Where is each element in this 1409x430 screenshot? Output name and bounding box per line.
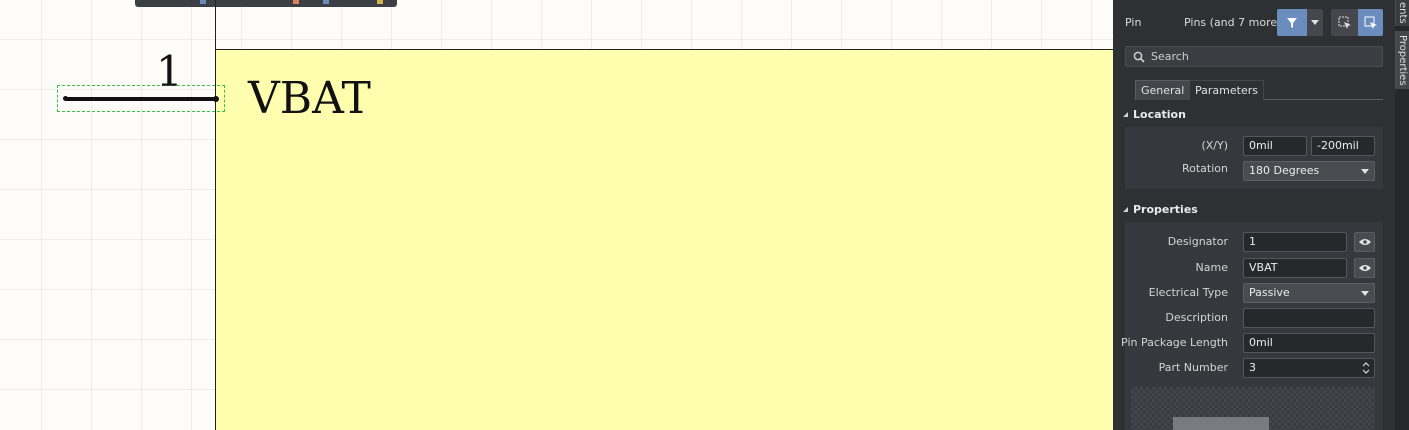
select-mode-button[interactable]: [1331, 9, 1358, 36]
designator-field[interactable]: 1: [1243, 232, 1347, 252]
search-input[interactable]: [1151, 50, 1371, 63]
side-panel-strip: ents Properties: [1395, 0, 1409, 430]
rotation-select[interactable]: 180 Degrees: [1243, 161, 1375, 181]
part-frame-outline: [215, 0, 1113, 50]
panel-header: Pin Pins (and 7 more): [1113, 0, 1395, 46]
x-field[interactable]: 0mil: [1243, 136, 1307, 156]
properties-section-title: Properties: [1133, 203, 1198, 216]
pin-package-length-label: Pin Package Length: [1121, 336, 1228, 349]
location-section-header[interactable]: Location: [1123, 107, 1186, 123]
part-preview: [1131, 387, 1375, 430]
part-number-label: Part Number: [1158, 361, 1228, 374]
part-number-field[interactable]: 3: [1243, 358, 1375, 378]
toolbar-tool-icon[interactable]: [200, 0, 206, 4]
side-tab-components[interactable]: ents: [1395, 0, 1409, 26]
cursor-select-icon: [1364, 16, 1377, 29]
select-objects-icon: [1338, 16, 1351, 29]
preview-part-shape: [1173, 417, 1269, 430]
stepper-arrows-icon[interactable]: [1362, 361, 1370, 375]
xy-label: (X/Y): [1201, 139, 1228, 152]
electrical-type-value: Passive: [1249, 286, 1290, 299]
eye-icon: [1358, 265, 1371, 271]
eye-icon: [1358, 239, 1371, 245]
part-number-value: 3: [1249, 361, 1256, 374]
panel-tabs: General Parameters: [1135, 80, 1383, 100]
select-inside-button[interactable]: [1358, 9, 1383, 36]
designator-label: Designator: [1167, 235, 1228, 248]
search-box[interactable]: [1125, 46, 1383, 67]
object-kind-label: Pin: [1125, 16, 1142, 29]
tab-general[interactable]: General: [1135, 80, 1191, 100]
name-field[interactable]: VBAT: [1243, 258, 1347, 278]
pin-graphic[interactable]: [66, 97, 216, 101]
name-visibility-toggle[interactable]: [1354, 258, 1375, 278]
schematic-canvas[interactable]: 1 VBAT: [0, 0, 1113, 430]
chevron-down-icon: [1361, 169, 1369, 174]
chevron-down-icon: [1311, 19, 1319, 25]
side-tab-properties[interactable]: Properties: [1395, 31, 1409, 89]
properties-section-header[interactable]: Properties: [1123, 202, 1198, 218]
chevron-down-icon: [1361, 291, 1369, 296]
filter-icon: [1287, 17, 1297, 28]
designator-visibility-toggle[interactable]: [1354, 232, 1375, 252]
filter-dropdown-button[interactable]: [1307, 9, 1323, 36]
description-label: Description: [1165, 311, 1228, 324]
location-section-body: (X/Y) 0mil -200mil Rotation 180 Degrees: [1125, 127, 1383, 189]
electrical-type-label: Electrical Type: [1148, 286, 1228, 299]
tab-parameters[interactable]: Parameters: [1189, 80, 1264, 100]
pin-name-text[interactable]: VBAT: [248, 74, 371, 124]
pin-package-length-field[interactable]: 0mil: [1243, 333, 1375, 353]
filter-button[interactable]: [1277, 9, 1307, 36]
location-section-title: Location: [1133, 108, 1186, 121]
search-icon: [1133, 51, 1145, 63]
properties-panel: Pin Pins (and 7 more) Search General Par…: [1113, 0, 1395, 430]
pin-end-dot: [213, 96, 219, 102]
y-field[interactable]: -200mil: [1311, 136, 1375, 156]
rotation-label: Rotation: [1181, 162, 1228, 175]
selection-filter-summary: Pins (and 7 more): [1184, 16, 1282, 29]
rotation-value: 180 Degrees: [1249, 164, 1320, 177]
description-field[interactable]: [1243, 308, 1375, 328]
collapse-triangle-icon: [1123, 112, 1128, 117]
pin-hotspot-dot: [63, 96, 68, 101]
collapse-triangle-icon: [1123, 207, 1128, 212]
name-label: Name: [1195, 261, 1228, 274]
pin-designator-text[interactable]: 1: [156, 50, 183, 94]
electrical-type-select[interactable]: Passive: [1243, 283, 1375, 303]
